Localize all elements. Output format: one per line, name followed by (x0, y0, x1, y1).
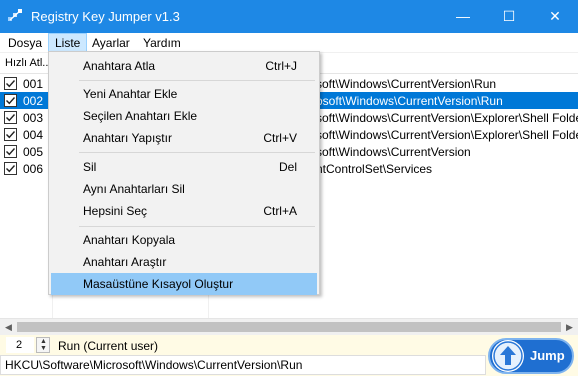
status-label: Run (Current user) (58, 339, 159, 353)
count-stepper[interactable]: ▲ ▼ (36, 337, 50, 353)
menu-item-label: Anahtarı Yapıştır (83, 131, 172, 145)
menu-item-create-desktop-shortcut[interactable]: Masaüstüne Kısayol Oluştur (51, 273, 317, 295)
horizontal-scrollbar[interactable]: ◀ ▶ (0, 318, 578, 335)
row-path: soft\Windows\CurrentVersion\Explorer\She… (316, 111, 578, 125)
menu-dosya[interactable]: Dosya (2, 33, 48, 53)
window-title: Registry Key Jumper v1.3 (31, 9, 180, 24)
row-path: soft\Windows\CurrentVersion\Explorer\She… (316, 128, 578, 142)
menu-item-label: Yeni Anahtar Ekle (83, 87, 178, 101)
menu-separator (79, 80, 315, 81)
title-bar: Registry Key Jumper v1.3 — ☐ ✕ (0, 0, 578, 33)
menu-item-label: Sil (83, 160, 97, 174)
jump-arrow-icon (492, 340, 524, 372)
menu-liste[interactable]: Liste (48, 33, 88, 53)
menu-item-label: Aynı Anahtarları Sil (83, 182, 185, 196)
row-id: 001 (23, 77, 44, 91)
bottom-panel: 2 ▲ ▼ Run (Current user) HKCU\Software\M… (0, 335, 578, 376)
menu-item-shortcut: Ctrl+V (263, 131, 297, 145)
count-field[interactable]: 2 (6, 337, 34, 353)
checkmark-icon (6, 148, 16, 156)
row-id: 005 (23, 145, 44, 159)
minimize-button[interactable]: — (440, 0, 486, 33)
menu-item-add-new-key[interactable]: Yeni Anahtar Ekle (51, 83, 317, 105)
row-path: osoft\Windows\CurrentVersion\Run (316, 94, 503, 108)
jump-button[interactable]: Jump (488, 338, 574, 374)
close-button[interactable]: ✕ (532, 0, 578, 33)
row-checkbox[interactable] (4, 128, 17, 141)
row-path: ntControlSet\Services (316, 162, 433, 176)
menu-bar: Dosya Liste Ayarlar Yardım (0, 33, 578, 53)
menu-separator (79, 152, 315, 153)
menu-item-label: Seçilen Anahtarı Ekle (83, 109, 198, 123)
jump-label: Jump (530, 348, 565, 363)
menu-item-label: Hepsini Seç (83, 204, 148, 218)
row-path: soft\Windows\CurrentVersion\Run (316, 77, 497, 91)
path-field[interactable]: HKCU\Software\Microsoft\Windows\CurrentV… (0, 355, 486, 375)
scroll-right-icon[interactable]: ▶ (566, 322, 573, 333)
row-path: soft\Windows\CurrentVersion (316, 145, 471, 159)
row-checkbox[interactable] (4, 77, 17, 90)
row-checkbox[interactable] (4, 162, 17, 175)
row-id: 003 (23, 111, 44, 125)
row-checkbox[interactable] (4, 145, 17, 158)
menu-item-label: Anahtarı Araştır (83, 255, 167, 269)
stepper-down-icon[interactable]: ▼ (40, 345, 47, 352)
scroll-left-icon[interactable]: ◀ (5, 322, 12, 333)
row-id: 002 (23, 94, 44, 108)
liste-dropdown-menu: Anahtara Atla Ctrl+J Yeni Anahtar Ekle S… (48, 51, 320, 295)
menu-item-label: Anahtara Atla (83, 59, 156, 73)
menu-item-label: Masaüstüne Kısayol Oluştur (83, 277, 234, 291)
menu-item-label: Anahtarı Kopyala (83, 233, 176, 247)
maximize-button[interactable]: ☐ (486, 0, 532, 33)
row-id: 006 (23, 162, 44, 176)
stepper-up-icon[interactable]: ▲ (40, 338, 47, 345)
menu-item-delete[interactable]: Sil Del (51, 156, 317, 178)
menu-item-jump-to-key[interactable]: Anahtara Atla Ctrl+J (51, 55, 317, 77)
checkmark-icon (6, 165, 16, 173)
row-checkbox[interactable] (4, 111, 17, 124)
row-checkbox[interactable] (4, 94, 17, 107)
menu-item-shortcut: Del (278, 160, 297, 174)
menu-item-add-selected-key[interactable]: Seçilen Anahtarı Ekle (51, 105, 317, 127)
row-id: 004 (23, 128, 44, 142)
menu-item-search-key[interactable]: Anahtarı Araştır (51, 251, 317, 273)
menu-item-shortcut: Ctrl+J (265, 59, 297, 73)
menu-item-copy-key[interactable]: Anahtarı Kopyala (51, 229, 317, 251)
menu-item-select-all[interactable]: Hepsini Seç Ctrl+A (51, 200, 317, 222)
checkmark-icon (6, 97, 16, 105)
menu-yardim[interactable]: Yardım (137, 33, 187, 53)
menu-item-shortcut: Ctrl+A (263, 204, 297, 218)
checkmark-icon (6, 131, 16, 139)
menu-separator (79, 226, 315, 227)
column-header-hotkey[interactable]: Hızlı Atl... (5, 57, 51, 69)
checkmark-icon (6, 80, 16, 88)
app-icon (8, 9, 22, 21)
menu-item-paste-key[interactable]: Anahtarı Yapıştır Ctrl+V (51, 127, 317, 149)
checkmark-icon (6, 114, 16, 122)
menu-ayarlar[interactable]: Ayarlar (86, 33, 136, 53)
scrollbar-thumb[interactable] (17, 322, 561, 332)
menu-item-delete-duplicates[interactable]: Aynı Anahtarları Sil (51, 178, 317, 200)
